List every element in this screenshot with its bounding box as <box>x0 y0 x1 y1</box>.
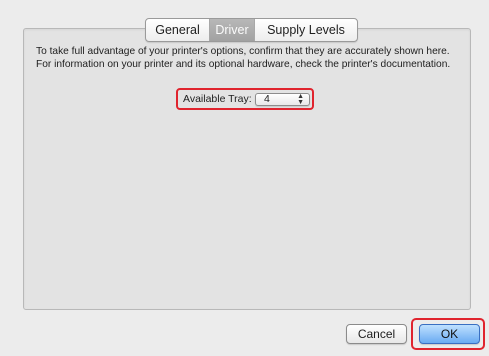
stepper-arrows-icon: ▲ ▼ <box>297 93 304 106</box>
tab-driver[interactable]: Driver <box>209 19 254 41</box>
driver-description: To take full advantage of your printer's… <box>36 46 451 70</box>
available-tray-select[interactable]: 4 ▲ ▼ <box>255 93 310 106</box>
tab-bar: General Driver Supply Levels <box>145 18 358 42</box>
ok-button[interactable]: OK <box>419 324 480 344</box>
tab-general[interactable]: General <box>146 19 209 41</box>
tab-supply-levels[interactable]: Supply Levels <box>254 19 357 41</box>
printer-options-dialog: General Driver Supply Levels To take ful… <box>0 0 489 356</box>
available-tray-value: 4 <box>264 93 270 105</box>
cancel-button[interactable]: Cancel <box>346 324 407 344</box>
available-tray-label: Available Tray: <box>183 93 252 105</box>
